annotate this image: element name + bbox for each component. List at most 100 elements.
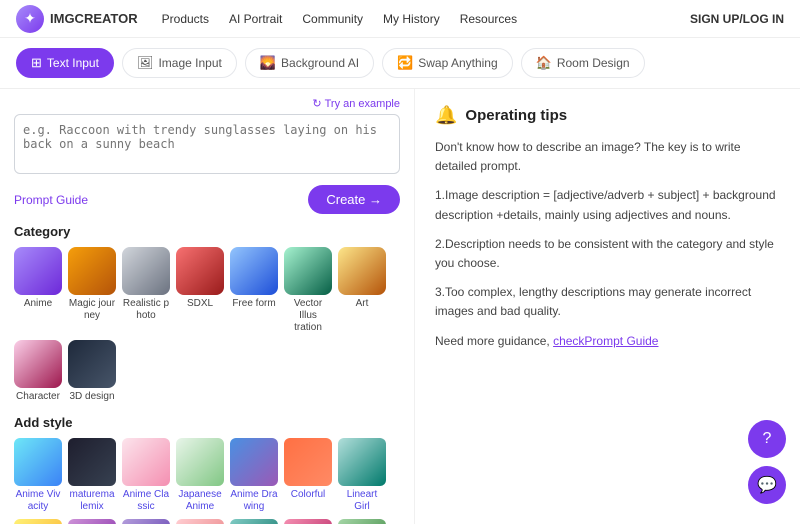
category-label: 3D design bbox=[69, 391, 114, 403]
style-label: Anime Dra wing bbox=[230, 489, 278, 513]
tab-text-input[interactable]: ⊞ Text Input bbox=[16, 48, 114, 78]
refresh-icon: ↻ bbox=[312, 97, 321, 110]
signup-button[interactable]: SIGN UP/LOG IN bbox=[690, 12, 784, 26]
style-item[interactable]: Anime Cla ssic bbox=[122, 438, 170, 513]
tab-image-input[interactable]: 🖼 Image Input bbox=[122, 48, 237, 78]
style-thumb bbox=[230, 438, 278, 486]
style-thumb bbox=[338, 519, 386, 524]
tips-title: Operating tips bbox=[465, 107, 567, 124]
tab-text-input-label: Text Input bbox=[47, 56, 99, 70]
style-item[interactable]: Fairy Girl bbox=[122, 519, 170, 524]
category-item[interactable]: Realistic p hoto bbox=[122, 247, 170, 334]
logo-icon: ✦ bbox=[16, 5, 44, 33]
nav-ai-portrait[interactable]: AI Portrait bbox=[229, 12, 282, 26]
category-thumb bbox=[230, 247, 278, 295]
swap-anything-icon: 🔁 bbox=[397, 55, 413, 71]
style-item[interactable]: Mooncute Girl bbox=[176, 519, 224, 524]
nav-history[interactable]: My History bbox=[383, 12, 440, 26]
style-item[interactable]: Cardiology bbox=[338, 519, 386, 524]
tab-swap-anything-label: Swap Anything bbox=[418, 56, 497, 70]
style-item[interactable]: Colorful bbox=[284, 438, 332, 513]
style-thumb bbox=[68, 438, 116, 486]
room-design-icon: 🏠 bbox=[536, 55, 552, 71]
style-item[interactable]: Japanese Anime bbox=[176, 438, 224, 513]
right-panel: 🔔 Operating tips Don't know how to descr… bbox=[415, 89, 800, 524]
help-fab[interactable]: ? bbox=[748, 420, 786, 458]
category-item[interactable]: 3D design bbox=[68, 340, 116, 403]
category-title: Category bbox=[14, 224, 400, 239]
category-thumb bbox=[122, 247, 170, 295]
category-thumb bbox=[284, 247, 332, 295]
text-input-icon: ⊞ bbox=[31, 55, 42, 71]
bell-icon: 🔔 bbox=[435, 105, 457, 126]
tips-tip2: 2.Description needs to be consistent wit… bbox=[435, 235, 780, 273]
category-item[interactable]: SDXL bbox=[176, 247, 224, 334]
category-label: Realistic p hoto bbox=[122, 298, 170, 322]
category-item[interactable]: Magic jour ney bbox=[68, 247, 116, 334]
category-item[interactable]: Vector Illus tration bbox=[284, 247, 332, 334]
prompt-textarea[interactable] bbox=[14, 114, 400, 174]
nav-resources[interactable]: Resources bbox=[460, 12, 517, 26]
nav-community[interactable]: Community bbox=[302, 12, 363, 26]
category-item[interactable]: Character bbox=[14, 340, 62, 403]
style-thumb bbox=[176, 438, 224, 486]
style-label: Lineart Girl bbox=[338, 489, 386, 513]
style-item[interactable]: Ukiyo-e bbox=[284, 519, 332, 524]
add-style-title: Add style bbox=[14, 415, 400, 430]
style-thumb bbox=[122, 438, 170, 486]
category-label: Character bbox=[16, 391, 60, 403]
style-item[interactable]: maturema lemix bbox=[68, 438, 116, 513]
category-item[interactable]: Art bbox=[338, 247, 386, 334]
style-thumb bbox=[14, 519, 62, 524]
category-label: Free form bbox=[232, 298, 275, 310]
category-label: Magic jour ney bbox=[68, 298, 116, 322]
category-thumb bbox=[14, 247, 62, 295]
tips-tip3: 3.Too complex, lengthy descriptions may … bbox=[435, 283, 780, 321]
fab-container: ? 💬 bbox=[748, 420, 786, 504]
tab-swap-anything[interactable]: 🔁 Swap Anything bbox=[382, 48, 513, 78]
category-label: SDXL bbox=[187, 298, 213, 310]
tab-background-ai[interactable]: 🌄 Background AI bbox=[245, 48, 374, 78]
style-item[interactable]: Kawaimix Girl bbox=[14, 519, 62, 524]
category-thumb bbox=[14, 340, 62, 388]
logo[interactable]: ✦ IMGCREATOR bbox=[16, 5, 138, 33]
tab-room-design-label: Room Design bbox=[557, 56, 630, 70]
check-prompt-guide-link[interactable]: checkPrompt Guide bbox=[553, 334, 658, 348]
style-thumb bbox=[284, 519, 332, 524]
style-label: Japanese Anime bbox=[176, 489, 224, 513]
tab-room-design[interactable]: 🏠 Room Design bbox=[521, 48, 645, 78]
prompt-guide-link[interactable]: Prompt Guide bbox=[14, 193, 88, 207]
category-thumb bbox=[176, 247, 224, 295]
tab-background-ai-label: Background AI bbox=[281, 56, 359, 70]
style-item[interactable]: Lineart Girl bbox=[338, 438, 386, 513]
style-thumb bbox=[122, 519, 170, 524]
style-item[interactable]: Anime Dra wing bbox=[230, 438, 278, 513]
style-label: Colorful bbox=[291, 489, 325, 501]
tips-more-guidance: Need more guidance, checkPrompt Guide bbox=[435, 332, 780, 351]
style-thumb bbox=[14, 438, 62, 486]
create-button[interactable]: Create → bbox=[308, 185, 400, 214]
category-thumb bbox=[68, 340, 116, 388]
style-grid: Anime Viv acity maturema lemix Anime Cla… bbox=[14, 438, 400, 524]
background-ai-icon: 🌄 bbox=[260, 55, 276, 71]
try-example-label: Try an example bbox=[325, 98, 400, 110]
chat-fab[interactable]: 💬 bbox=[748, 466, 786, 504]
category-label: Vector Illus tration bbox=[284, 298, 332, 334]
image-input-icon: 🖼 bbox=[137, 55, 154, 71]
style-item[interactable]: Anime Viv acity bbox=[14, 438, 62, 513]
style-thumb bbox=[284, 438, 332, 486]
tabs-bar: ⊞ Text Input 🖼 Image Input 🌄 Background … bbox=[0, 38, 800, 89]
category-item[interactable]: Anime bbox=[14, 247, 62, 334]
category-item[interactable]: Free form bbox=[230, 247, 278, 334]
style-thumb bbox=[68, 519, 116, 524]
tips-header: 🔔 Operating tips bbox=[435, 105, 780, 126]
tab-image-input-label: Image Input bbox=[158, 56, 221, 70]
style-item[interactable]: Anime Art bbox=[68, 519, 116, 524]
nav-products[interactable]: Products bbox=[162, 12, 209, 26]
try-example-link[interactable]: ↻ Try an example bbox=[14, 97, 400, 110]
tips-intro: Don't know how to describe an image? The… bbox=[435, 138, 780, 176]
prompt-actions-row: Prompt Guide Create → bbox=[14, 185, 400, 214]
style-thumb bbox=[176, 519, 224, 524]
style-item[interactable]: Chibi Girl bbox=[230, 519, 278, 524]
category-label: Anime bbox=[24, 298, 52, 310]
